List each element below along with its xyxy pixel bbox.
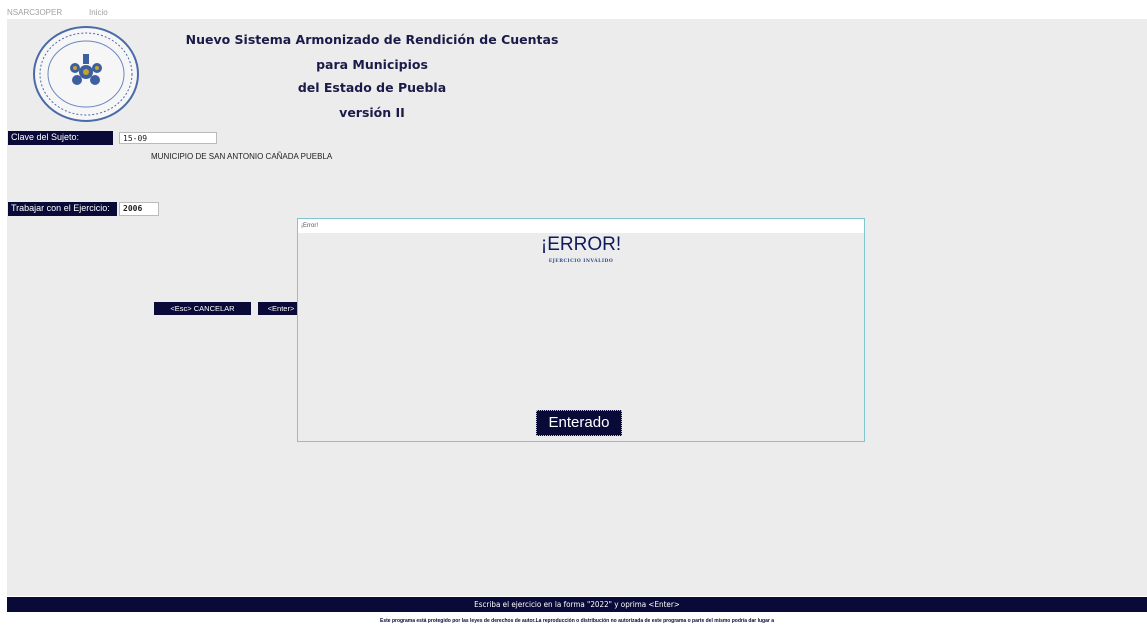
legal-notice: Este programa está protegido por las ley…: [7, 613, 1147, 630]
clave-field[interactable]: 15-09: [119, 132, 217, 144]
app-name: NSARC3OPER: [7, 8, 63, 17]
header-line-3: del Estado de Puebla: [297, 80, 447, 95]
error-heading: ¡ERROR!: [540, 234, 622, 255]
status-bar: Escriba el ejercicio en la forma "2022" …: [7, 597, 1147, 612]
clave-label: Clave del Sujeto:: [8, 131, 113, 145]
title-bar: NSARC3OPER Inicio: [0, 0, 1147, 19]
municipio-name: MUNICIPIO DE SAN ANTONIO CAÑADA PUEBLA: [151, 152, 333, 161]
header-line-2: para Municipios: [316, 57, 428, 72]
enterado-button[interactable]: Enterado: [536, 410, 622, 436]
error-dialog: ¡Error! ¡ERROR! EJERCICIO INVÁLIDO Enter…: [297, 218, 865, 442]
dialog-title: ¡Error!: [298, 219, 864, 233]
nsarc-logo: [31, 24, 141, 124]
ejercicio-field[interactable]: 2006: [119, 202, 159, 216]
header-line-4: versión II: [339, 105, 405, 120]
cancel-button[interactable]: <Esc> CANCELAR: [154, 302, 251, 315]
menu-inicio[interactable]: Inicio: [89, 8, 108, 17]
ejercicio-label: Trabajar con el Ejercicio:: [8, 202, 117, 216]
error-message: EJERCICIO INVÁLIDO: [548, 259, 614, 264]
header-line-1: Nuevo Sistema Armonizado de Rendición de…: [185, 32, 559, 47]
